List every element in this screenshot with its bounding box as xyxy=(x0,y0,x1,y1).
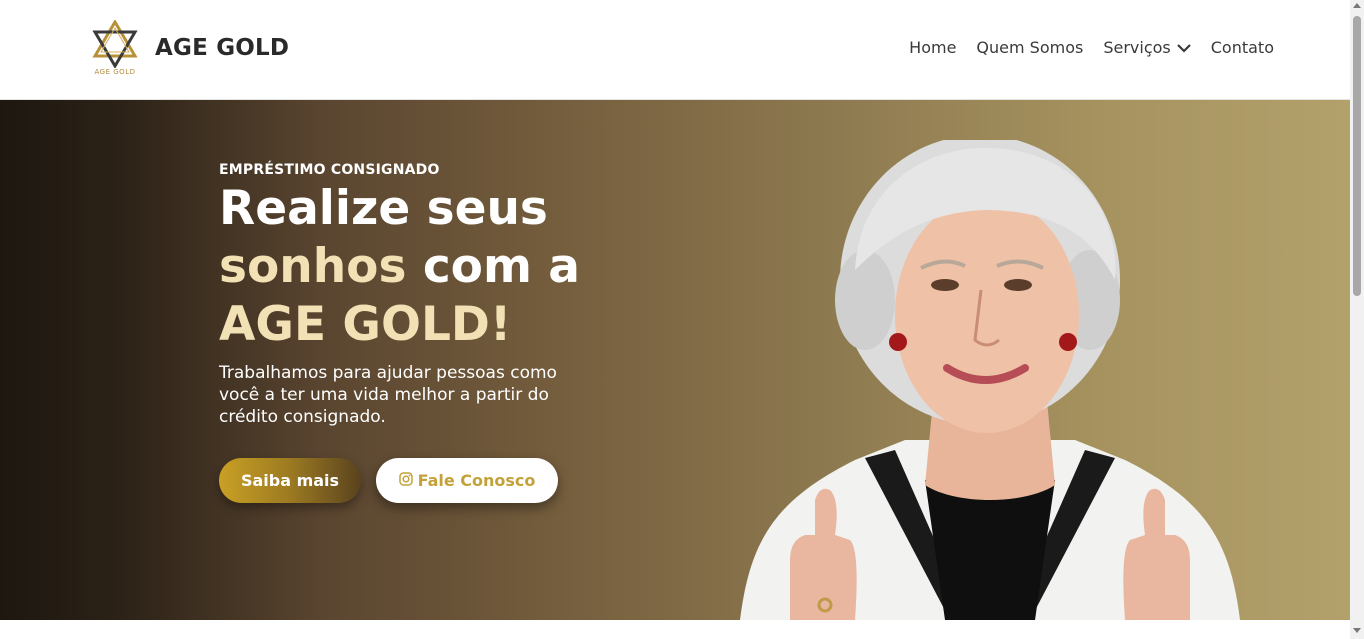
hero-eyebrow: EMPRÉSTIMO CONSIGNADO xyxy=(219,162,440,178)
hero-headline: Realize seus sonhos com a AGE GOLD! xyxy=(219,180,739,354)
nav-servicos[interactable]: Serviços xyxy=(1103,38,1191,57)
nav-quem-somos[interactable]: Quem Somos xyxy=(976,38,1083,57)
site-header: AGE GOLD AGE GOLD Home Quem Somos Serviç… xyxy=(0,0,1350,100)
nav-quem-somos-label: Quem Somos xyxy=(976,38,1084,57)
scroll-up-arrow-icon[interactable] xyxy=(1353,3,1361,8)
logo[interactable]: AGE GOLD xyxy=(88,20,142,78)
headline-part1: Realize seus xyxy=(219,181,548,236)
chevron-down-icon xyxy=(1176,38,1191,57)
star-of-david-logo-icon xyxy=(92,20,138,68)
scroll-thumb[interactable] xyxy=(1353,16,1361,296)
nav-contato-label: Contato xyxy=(1210,38,1274,57)
main-nav: Home Quem Somos Serviços Contato xyxy=(889,38,1274,57)
nav-servicos-label: Serviços xyxy=(1103,38,1171,57)
saiba-mais-label: Saiba mais xyxy=(240,471,340,490)
hero-subtitle: Trabalhamos para ajudar pessoas como voc… xyxy=(219,363,557,427)
page-scrollbar[interactable] xyxy=(1350,0,1364,639)
hero-portrait-image xyxy=(735,135,1245,620)
hero-section: EMPRÉSTIMO CONSIGNADO Realize seus sonho… xyxy=(0,100,1350,620)
saiba-mais-button[interactable]: Saiba mais xyxy=(219,458,361,503)
logo-text: AGE GOLD xyxy=(94,68,136,76)
nav-home-label: Home xyxy=(909,38,957,57)
fale-conosco-button[interactable]: Fale Conosco xyxy=(376,458,558,503)
nav-contato[interactable]: Contato xyxy=(1211,38,1274,57)
nav-home[interactable]: Home xyxy=(909,38,956,57)
instagram-icon xyxy=(398,471,413,490)
headline-part2: com a xyxy=(406,239,581,294)
brand-name[interactable]: AGE GOLD xyxy=(155,35,289,61)
headline-accent: sonhos xyxy=(219,239,407,294)
fale-conosco-label: Fale Conosco xyxy=(417,471,536,490)
scroll-down-arrow-icon[interactable] xyxy=(1353,628,1361,633)
headline-accent2: AGE GOLD! xyxy=(219,297,512,352)
